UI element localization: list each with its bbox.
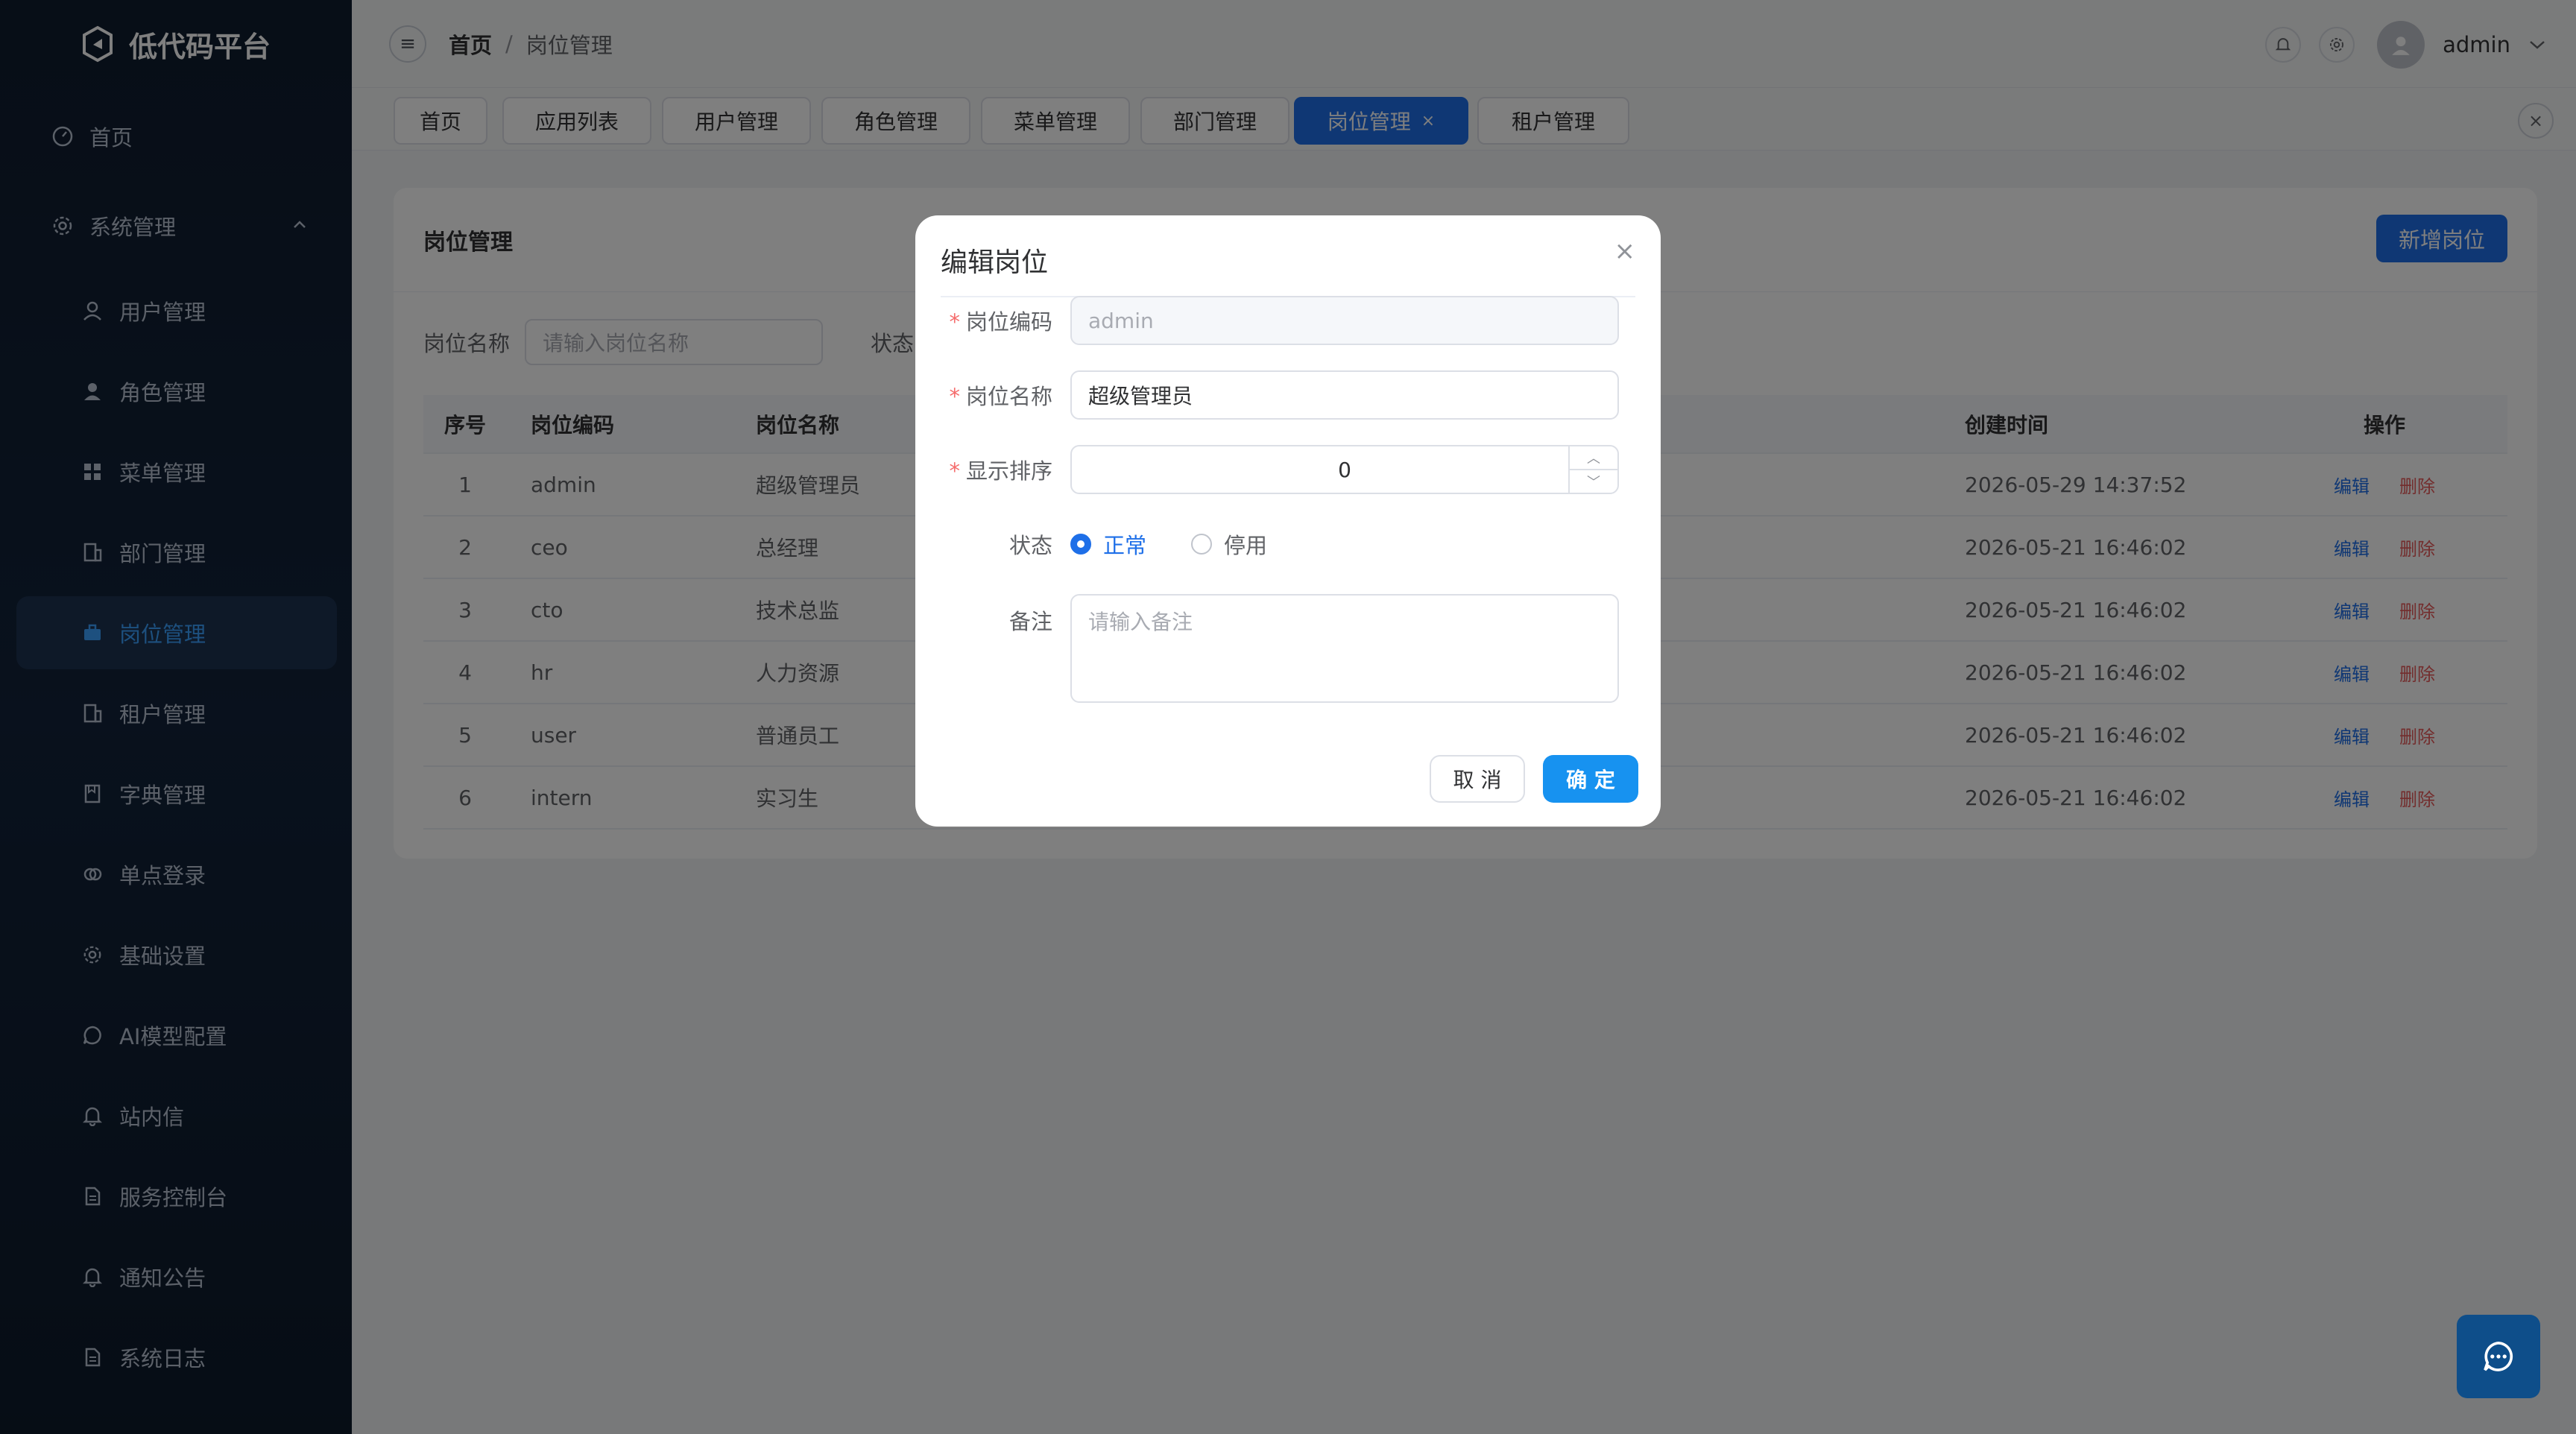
cancel-button[interactable]: 取 消 <box>1430 755 1525 803</box>
stepper-controls: ︿ ﹀ <box>1568 446 1617 493</box>
close-icon[interactable]: × <box>1614 236 1636 266</box>
decrement-icon[interactable]: ﹀ <box>1570 470 1617 493</box>
form-row-status: 状态 正常 停用 <box>915 519 1661 569</box>
radio-label: 停用 <box>1224 533 1268 558</box>
edit-position-dialog: 编辑岗位 × * 岗位编码 admin * 岗位名称 超级管理员 * 显示排序 0 ︿… <box>915 215 1661 827</box>
form-row-remark: 备注 请输入备注 <box>915 594 1661 703</box>
radio-label: 正常 <box>1103 533 1147 558</box>
stepper-value[interactable]: 0 <box>1099 458 1591 482</box>
remark-textarea[interactable]: 请输入备注 <box>1070 594 1619 703</box>
label-text: 显示排序 <box>965 458 1052 484</box>
required-mark: * <box>949 458 960 484</box>
sort-order-stepper[interactable]: 0 ︿ ﹀ <box>1070 445 1619 494</box>
form-row-sort: * 显示排序 0 ︿ ﹀ <box>915 445 1661 494</box>
position-code-input: admin <box>1070 296 1619 345</box>
form-row-code: * 岗位编码 admin <box>915 296 1661 345</box>
form-label: * 显示排序 <box>915 454 1070 485</box>
label-text: 岗位编码 <box>965 309 1052 335</box>
increment-icon[interactable]: ︿ <box>1570 446 1617 470</box>
status-normal-radio[interactable]: 正常 <box>1070 528 1146 560</box>
label-text: 岗位名称 <box>965 384 1052 409</box>
chat-button[interactable] <box>2457 1315 2540 1398</box>
form-label: * 岗位编码 <box>915 305 1070 336</box>
confirm-button[interactable]: 确 定 <box>1543 755 1638 803</box>
position-name-input[interactable]: 超级管理员 <box>1070 370 1619 420</box>
required-mark: * <box>949 309 960 335</box>
form-row-name: * 岗位名称 超级管理员 <box>915 370 1661 420</box>
dialog-title: 编辑岗位 <box>941 247 1049 278</box>
form-label: * 岗位名称 <box>915 379 1070 411</box>
status-disabled-radio[interactable]: 停用 <box>1191 528 1267 560</box>
form-label: 状态 <box>1008 533 1052 558</box>
required-mark: * <box>949 384 960 409</box>
radio-dot <box>1191 534 1213 555</box>
form-label: 备注 <box>1008 609 1052 634</box>
chat-icon <box>2484 1342 2513 1371</box>
radio-dot <box>1070 534 1091 555</box>
status-radio-group: 正常 停用 <box>1070 528 1312 560</box>
